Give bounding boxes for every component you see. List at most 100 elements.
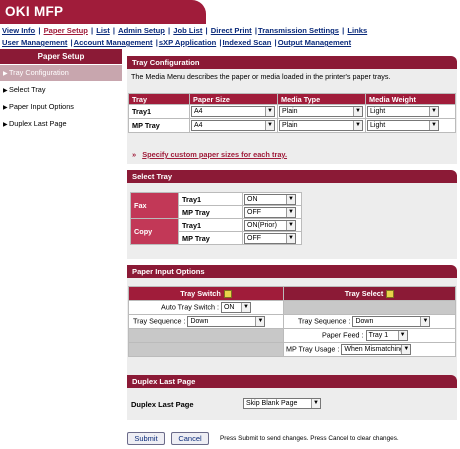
- nav-paper-setup[interactable]: Paper Setup: [44, 26, 88, 35]
- copy-label: Copy: [130, 218, 179, 245]
- sidebar-item-label: Duplex Last Page: [9, 119, 67, 128]
- tray-config-description: The Media Menu describes the paper or me…: [131, 72, 391, 81]
- media-type-select-tray1[interactable]: Plain ▼: [279, 106, 363, 117]
- nav-list[interactable]: List: [96, 26, 110, 35]
- chevron-down-icon: ▼: [286, 194, 295, 204]
- chevron-down-icon: ▼: [401, 345, 411, 354]
- paper-feed-select[interactable]: Tray 1 ▼: [365, 330, 408, 341]
- nav-indexed-scan[interactable]: Indexed Scan: [222, 38, 271, 47]
- tray-name: MP Tray: [128, 118, 190, 133]
- chevron-down-icon: ▼: [240, 303, 250, 312]
- tray-select-header: Tray Select: [283, 286, 456, 301]
- chevron-down-icon: ▼: [353, 107, 362, 116]
- select-tray-table: Fax Tray1 ON ▼ MP Tray OFF ▼ Copy Tray1 ON…: [130, 192, 302, 245]
- section-paper-input-options: Tray Switch Tray Select Auto Tray Switch…: [127, 278, 457, 378]
- chevron-down-icon: ▼: [255, 317, 265, 326]
- sidebar-item-paper-input-options[interactable]: ▶Paper Input Options: [0, 99, 122, 115]
- section-header-tray-configuration: Tray Configuration: [127, 56, 457, 69]
- sidebar-item-label: Paper Input Options: [9, 102, 74, 111]
- fax-label: Fax: [130, 192, 179, 219]
- duplex-last-page-select[interactable]: Skip Blank Page ▼: [243, 398, 321, 409]
- chevron-down-icon: ▼: [353, 121, 362, 130]
- nav-user-management[interactable]: User Management: [2, 38, 67, 47]
- tray-sequence-select-select[interactable]: Down ▼: [352, 316, 431, 327]
- section-tray-configuration: The Media Menu describes the paper or me…: [127, 69, 457, 164]
- top-bar: OKI MFP: [0, 0, 460, 24]
- nav-row-1: View Info | Paper Setup | List | Admin S…: [2, 26, 368, 35]
- nav-admin-setup[interactable]: Admin Setup: [118, 26, 165, 35]
- section-header-duplex-last-page: Duplex Last Page: [127, 375, 457, 388]
- section-select-tray: Fax Tray1 ON ▼ MP Tray OFF ▼ Copy Tray1 ON…: [127, 183, 457, 259]
- copy-tray1-select[interactable]: ON(Prior) ▼: [244, 219, 296, 231]
- paper-size-select-mp-tray[interactable]: A4 ▼: [191, 120, 275, 131]
- chevron-down-icon: ▼: [397, 331, 407, 340]
- section-duplex-last-page: Duplex Last Page Skip Blank Page ▼: [127, 388, 457, 420]
- section-header-paper-input-options: Paper Input Options: [127, 265, 457, 278]
- custom-paper-sizes-link[interactable]: Specify custom paper sizes for each tray…: [142, 150, 287, 159]
- auto-tray-switch-label: Auto Tray Switch :: [161, 302, 219, 312]
- chevron-down-icon: ▼: [265, 121, 274, 130]
- edit-pencil-icon: [223, 290, 232, 299]
- chevron-down-icon: ▼: [429, 107, 438, 116]
- duplex-last-page-label: Duplex Last Page: [131, 400, 194, 409]
- sidebar-item-select-tray[interactable]: ▶Select Tray: [0, 82, 122, 98]
- paper-size-select-tray1[interactable]: A4 ▼: [191, 106, 275, 117]
- fax-tray1-label: Tray1: [178, 192, 243, 206]
- sidebar-item-tray-configuration[interactable]: ▶Tray Configuration: [0, 65, 122, 81]
- chevron-down-icon: ▼: [429, 121, 438, 130]
- nav-direct-print[interactable]: Direct Print: [211, 26, 252, 35]
- fax-mp-tray-label: MP Tray: [178, 205, 243, 219]
- column-header-media-weight: Media Weight: [365, 93, 456, 105]
- chevron-down-icon: ▼: [420, 317, 430, 326]
- tray-sequence-label: Tray Sequence :: [133, 316, 186, 326]
- empty-cell: [128, 342, 284, 357]
- media-type-select-mp-tray[interactable]: Plain ▼: [279, 120, 363, 131]
- nav-view-info[interactable]: View Info: [2, 26, 35, 35]
- chevron-down-icon: ▼: [286, 207, 295, 217]
- copy-tray1-label: Tray1: [178, 218, 243, 232]
- fax-mp-tray-select[interactable]: OFF ▼: [244, 206, 296, 218]
- submit-button[interactable]: Submit: [127, 432, 165, 445]
- empty-cell: [283, 300, 456, 315]
- sidebar-title: Paper Setup: [0, 49, 122, 64]
- paper-input-table: Tray Switch Tray Select Auto Tray Switch…: [128, 286, 456, 357]
- app-title: OKI MFP: [5, 4, 64, 19]
- column-header-paper-size: Paper Size: [189, 93, 278, 105]
- tray-sequence-select-switch[interactable]: Down ▼: [187, 316, 266, 327]
- tray-name: Tray1: [128, 104, 190, 119]
- mp-tray-usage-label: MP Tray Usage :: [286, 344, 340, 354]
- auto-tray-switch-select[interactable]: ON ▼: [220, 302, 251, 313]
- chevron-down-icon: ▼: [286, 233, 295, 243]
- paper-feed-label: Paper Feed :: [322, 330, 364, 340]
- nav-output-management[interactable]: Output Management: [278, 38, 351, 47]
- empty-cell: [128, 328, 284, 343]
- copy-mp-tray-label: MP Tray: [178, 231, 243, 245]
- main-content: Tray Configuration The Media Menu descri…: [123, 49, 460, 449]
- sidebar: Paper Setup ▶Tray Configuration ▶Select …: [0, 49, 122, 449]
- nav-account-management[interactable]: Account Management: [74, 38, 153, 47]
- tray-config-table: Tray Paper Size Media Type Media Weight …: [128, 93, 456, 133]
- link-marker: »: [132, 150, 137, 159]
- column-header-media-type: Media Type: [277, 93, 366, 105]
- tray-switch-header: Tray Switch: [128, 286, 284, 301]
- sidebar-item-duplex-last-page[interactable]: ▶Duplex Last Page: [0, 116, 122, 132]
- nav-links[interactable]: Links: [347, 26, 367, 35]
- cancel-button[interactable]: Cancel: [171, 432, 209, 445]
- chevron-down-icon: ▼: [286, 220, 295, 230]
- fax-tray1-select[interactable]: ON ▼: [244, 193, 296, 205]
- nav-job-list[interactable]: Job List: [173, 26, 202, 35]
- nav-sxp-application[interactable]: sXP Application: [159, 38, 216, 47]
- copy-mp-tray-select[interactable]: OFF ▼: [244, 232, 296, 244]
- edit-pencil-icon: [386, 290, 395, 299]
- media-weight-select-tray1[interactable]: Light ▼: [367, 106, 439, 117]
- brand-banner: OKI MFP: [0, 0, 206, 24]
- sidebar-item-label: Tray Configuration: [9, 68, 69, 77]
- media-weight-select-mp-tray[interactable]: Light ▼: [367, 120, 439, 131]
- section-header-select-tray: Select Tray: [127, 170, 457, 183]
- column-header-tray: Tray: [128, 93, 190, 105]
- sidebar-item-label: Select Tray: [9, 85, 46, 94]
- mp-tray-usage-select[interactable]: When Mismatching ▼: [341, 344, 412, 355]
- nav-transmission-settings[interactable]: Transmission Settings: [258, 26, 339, 35]
- nav-row-2: User Management |Account Management |sXP…: [2, 38, 352, 47]
- tray-sequence-label: Tray Sequence :: [298, 316, 351, 326]
